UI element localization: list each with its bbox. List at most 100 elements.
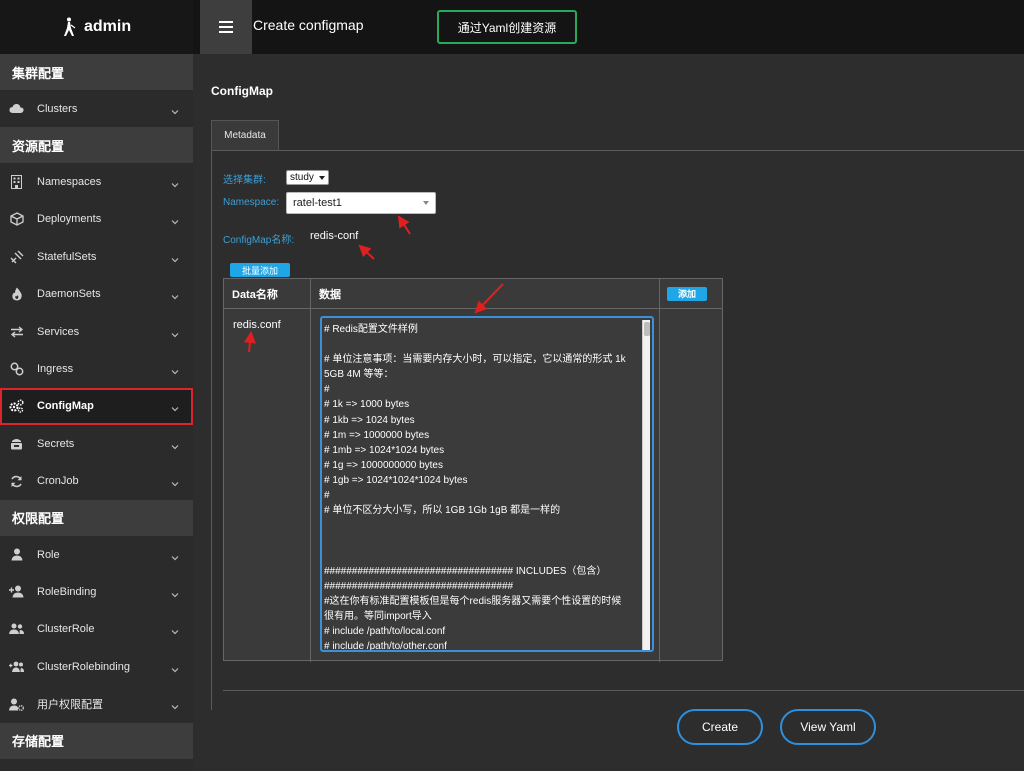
cluster-select[interactable]: study: [286, 170, 329, 185]
textarea-line: # 1kb => 1024 bytes: [324, 414, 415, 426]
sidebar-section-title: 存储配置: [0, 722, 193, 759]
textarea-line: 5GB 4M 等等：: [324, 369, 394, 381]
refresh-icon: [9, 474, 24, 489]
textarea-content: # Redis配置文件样例 # 单位注意事项：当需要内存大小时，可以指定，它以通常…: [324, 322, 650, 650]
sidebar-item-role[interactable]: Role: [0, 536, 193, 573]
textarea-line: #这在你有标准配置模板但是每个redis服务器又需要个性设置的时候: [324, 595, 622, 607]
sidebar-item-label: DaemonSets: [37, 288, 101, 301]
scrollbar-thumb[interactable]: [644, 322, 650, 336]
textarea-line: # 1g => 1000000000 bytes: [324, 459, 443, 471]
namespace-label: Namespace:: [223, 197, 280, 208]
chevron-down-icon: [171, 290, 179, 300]
sidebar-item-label: Deployments: [37, 213, 102, 226]
sidebar-item-statefulsets[interactable]: StatefulSets: [0, 238, 193, 275]
chevron-down-icon: [171, 440, 179, 450]
sidebar-item-clusterrole[interactable]: ClusterRole: [0, 611, 193, 648]
configmap-name-value[interactable]: redis-conf: [310, 230, 358, 242]
sidebar-item-services[interactable]: Services: [0, 313, 193, 350]
cluster-select-value: study: [290, 172, 314, 183]
textarea-line: # 1mb => 1024*1024 bytes: [324, 444, 445, 456]
user-gear-icon: [9, 697, 24, 712]
chevron-down-icon: [171, 588, 179, 598]
sidebar-item-clusterrolebinding[interactable]: ClusterRolebinding: [0, 648, 193, 685]
chevron-down-icon: [171, 663, 179, 673]
sidebar-item-label: Clusters: [37, 102, 78, 115]
key-cell: redis.conf: [224, 309, 311, 662]
create-button[interactable]: Create: [677, 709, 763, 745]
sidebar-item-label: Ingress: [37, 363, 74, 376]
sidebar-item-user-permissions[interactable]: 用户权限配置: [0, 685, 193, 722]
textarea-line: [324, 548, 650, 563]
sidebar-item-cronjob[interactable]: CronJob: [0, 463, 193, 500]
sidebar-item-label: RoleBinding: [37, 585, 97, 598]
brand: admin: [0, 0, 193, 54]
user-icon: [9, 547, 24, 562]
chevron-down-icon: [171, 215, 179, 225]
vault-icon: [9, 436, 24, 451]
chevron-down-icon: [171, 625, 179, 635]
action-cell: [660, 309, 722, 662]
sidebar-item-label: Secrets: [37, 437, 75, 450]
add-row-button[interactable]: 添加: [667, 286, 707, 301]
walking-person-icon: [64, 17, 76, 36]
batch-add-button[interactable]: 批量添加: [230, 263, 290, 277]
cube-icon: [9, 212, 24, 227]
chevron-down-icon: [319, 176, 325, 180]
sidebar-item-rolebinding[interactable]: RoleBinding: [0, 573, 193, 610]
textarea-line: [324, 533, 650, 548]
sidebar-item-label: Namespaces: [37, 176, 102, 189]
textarea-line: # 1k => 1000 bytes: [324, 399, 410, 411]
chevron-down-icon: [171, 700, 179, 710]
sidebar-item-label: StatefulSets: [37, 250, 97, 263]
data-table: Data名称 数据 添加 redis.conf # Redis配置文件样例 # 单…: [223, 278, 723, 662]
topbar: Create configmap 通过Yaml创建资源: [193, 0, 1024, 54]
sidebar-item-label: Services: [37, 325, 80, 338]
sidebar-nav: 集群配置 Clusters 资源配置 Namespaces Deployments Sta…: [0, 54, 193, 759]
textarea-line: ##################################: [324, 580, 514, 592]
sidebar-item-deployments[interactable]: Deployments: [0, 201, 193, 238]
chevron-down-icon: [171, 328, 179, 337]
sidebar-item-secrets[interactable]: Secrets: [0, 425, 193, 462]
dropdown-arrow-icon: [423, 201, 429, 205]
sidebar-item-configmap[interactable]: ConfigMap: [0, 387, 193, 426]
sidebar: admin 集群配置 Clusters 资源配置 Namespaces Deployme…: [0, 0, 193, 771]
brand-name: admin: [84, 18, 132, 35]
configmap-name-label: ConfigMap名称:: [223, 235, 295, 246]
sidebar-item-label: CronJob: [37, 475, 79, 488]
tab-metadata[interactable]: Metadata: [211, 120, 279, 150]
data-key-name[interactable]: redis.conf: [233, 319, 281, 331]
sidebar-item-label: ConfigMap: [37, 400, 94, 413]
textarea-line: # Redis配置文件样例: [324, 324, 418, 335]
view-yaml-button[interactable]: View Yaml: [780, 709, 876, 745]
building-icon: [9, 175, 24, 190]
sidebar-item-clusters[interactable]: Clusters: [0, 90, 193, 127]
textarea-scrollbar[interactable]: [642, 320, 650, 650]
sidebar-item-namespaces[interactable]: Namespaces: [0, 163, 193, 200]
user-plus-icon: [9, 584, 24, 599]
chevron-down-icon: [171, 477, 179, 487]
textarea-line: 很有用。等同import导入: [324, 610, 432, 622]
namespace-select[interactable]: ratel-test1: [286, 192, 436, 214]
textarea-line: [324, 518, 650, 533]
link-icon: [9, 362, 24, 377]
textarea-line: # include /path/to/local.conf: [324, 625, 446, 637]
hamburger-icon: [219, 21, 233, 33]
flame-icon: [9, 287, 24, 302]
main-content: ConfigMap Metadata 选择集群: study Namespace…: [193, 54, 1024, 771]
chevron-down-icon: [171, 253, 179, 263]
textarea-line: [324, 337, 650, 352]
hamburger-menu-button[interactable]: [200, 0, 252, 54]
sidebar-item-daemonsets[interactable]: DaemonSets: [0, 276, 193, 313]
users-plus-icon: [9, 659, 24, 674]
page-title: Create configmap: [253, 17, 364, 33]
textarea-line: # 1m => 1000000 bytes: [324, 429, 430, 441]
data-value-textarea[interactable]: # Redis配置文件样例 # 单位注意事项：当需要内存大小时，可以指定，它以通常…: [320, 316, 654, 652]
cluster-label: 选择集群:: [223, 175, 266, 186]
sidebar-item-label: ClusterRole: [37, 623, 95, 636]
sidebar-section-title: 权限配置: [0, 499, 193, 536]
section-title: ConfigMap: [211, 84, 273, 98]
sidebar-section-title: 资源配置: [0, 127, 193, 164]
namespace-select-value: ratel-test1: [293, 197, 342, 209]
create-from-yaml-button[interactable]: 通过Yaml创建资源: [437, 10, 577, 44]
sidebar-item-ingress[interactable]: Ingress: [0, 350, 193, 387]
